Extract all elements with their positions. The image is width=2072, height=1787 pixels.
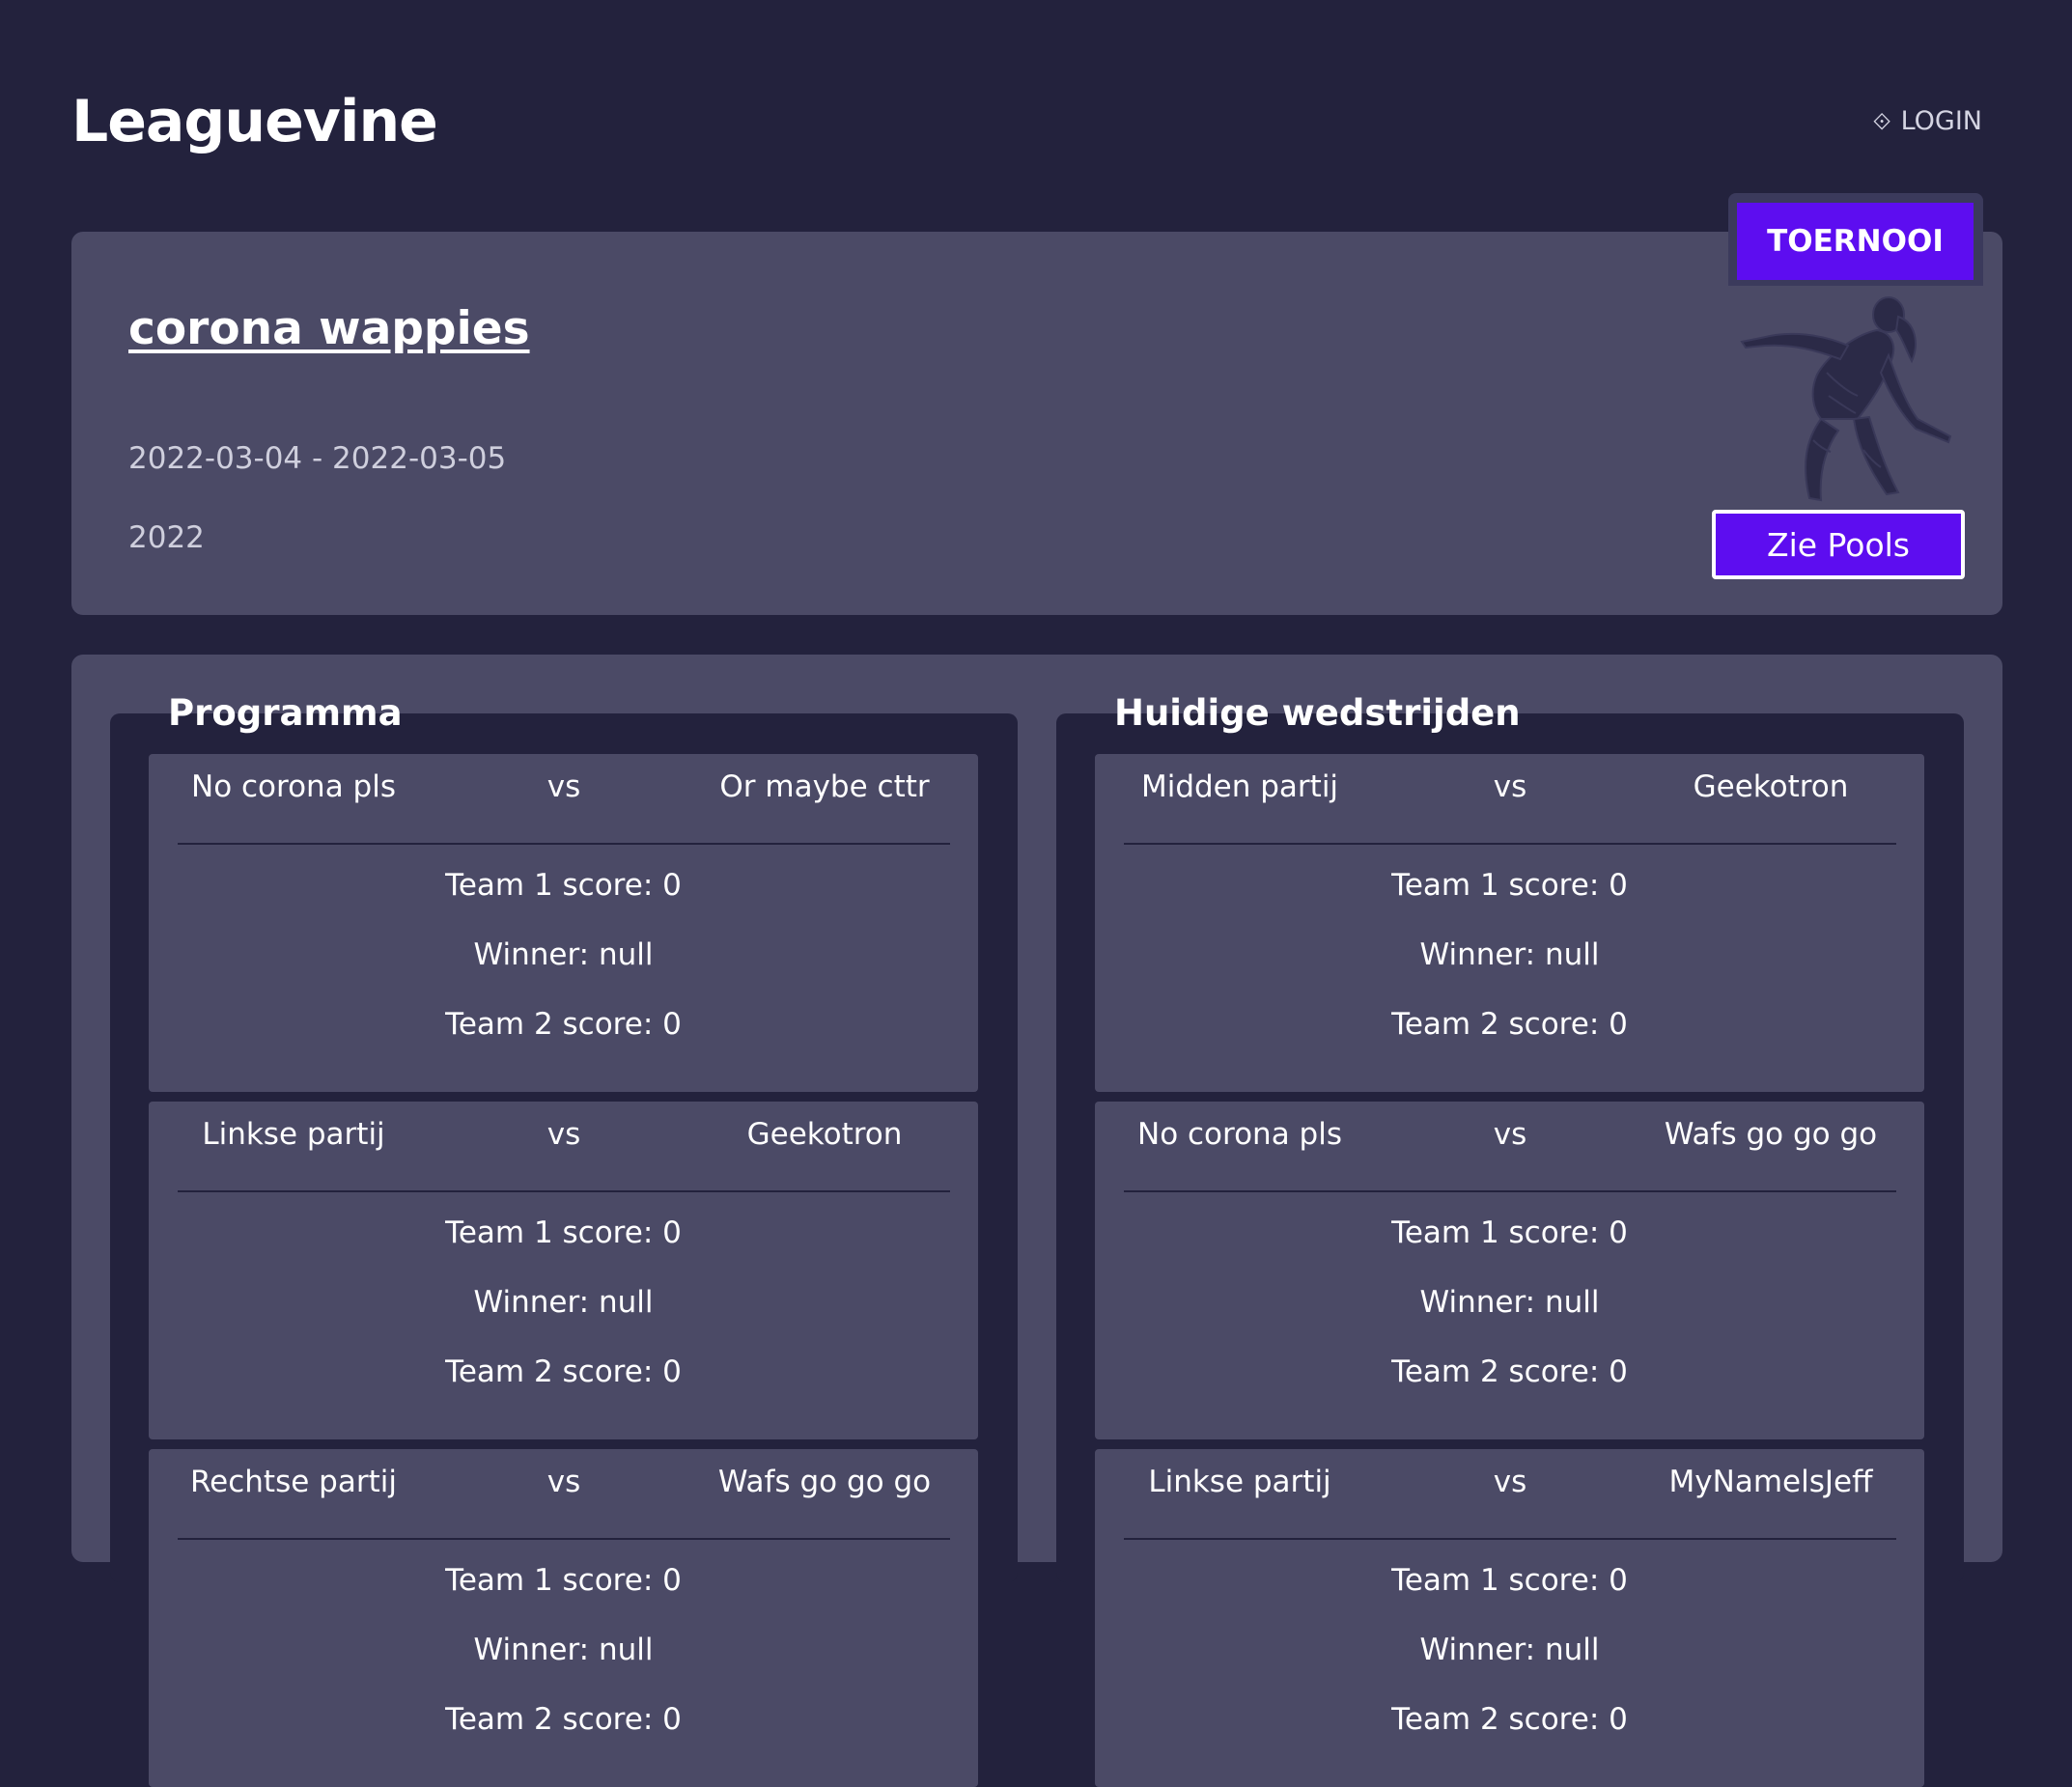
team1-name: Midden partij [1140, 769, 1339, 804]
team1-score: Team 1 score: 0 [445, 1563, 682, 1598]
program-column: Programma No corona pls vs Or maybe cttr… [110, 692, 1018, 1787]
match-divider [1124, 843, 1896, 845]
brand-logo[interactable]: Leaguevine [71, 85, 438, 158]
team1-score: Team 1 score: 0 [1391, 868, 1628, 903]
match-card[interactable]: Midden partij vs Geekotron Team 1 score:… [1095, 754, 1924, 1092]
team2-name: Or maybe cttr [719, 769, 930, 804]
team2-score: Team 2 score: 0 [1391, 1007, 1628, 1042]
matches-card: Programma No corona pls vs Or maybe cttr… [71, 655, 2002, 1787]
match-divider [1124, 1190, 1896, 1192]
team2-score: Team 2 score: 0 [1391, 1354, 1628, 1389]
tournament-badge: TOERNOOI [1737, 203, 1974, 280]
team1-score: Team 1 score: 0 [1391, 1215, 1628, 1250]
team1-name: Rechtse partij [190, 1465, 397, 1499]
match-teams-row: No corona pls vs Wafs go go go [1095, 1102, 1924, 1190]
winner-label: Winner: null [473, 1633, 654, 1667]
vs-label: vs [1493, 1465, 1527, 1499]
match-teams-row: Linkse partij vs Geekotron [149, 1102, 978, 1190]
winner-label: Winner: null [473, 937, 654, 972]
vs-label: vs [546, 1117, 581, 1152]
match-divider [178, 843, 950, 845]
match-teams-row: Linkse partij vs MyNamelsJeff [1095, 1449, 1924, 1538]
match-teams-row: Rechtse partij vs Wafs go go go [149, 1449, 978, 1538]
match-divider [1124, 1538, 1896, 1540]
match-card[interactable]: Linkse partij vs MyNamelsJeff Team 1 sco… [1095, 1449, 1924, 1787]
vs-label: vs [1493, 769, 1527, 804]
match-card[interactable]: Linkse partij vs Geekotron Team 1 score:… [149, 1102, 978, 1439]
see-pools-button[interactable]: Zie Pools [1712, 510, 1965, 579]
tournament-card: corona wappies 2022-03-04 - 2022-03-05 2… [71, 193, 2002, 615]
match-teams-row: Midden partij vs Geekotron [1095, 754, 1924, 843]
match-divider [178, 1190, 950, 1192]
tournament-dates: 2022-03-04 - 2022-03-05 [128, 441, 507, 476]
login-arrow-icon: ⟐ [1872, 108, 1891, 135]
vs-label: vs [546, 1465, 581, 1499]
match-card[interactable]: No corona pls vs Or maybe cttr Team 1 sc… [149, 754, 978, 1092]
tournament-badge-frame: TOERNOOI [1728, 193, 1983, 286]
team1-name: Linkse partij [1148, 1465, 1331, 1499]
team2-score: Team 2 score: 0 [445, 1007, 682, 1042]
team1-score: Team 1 score: 0 [445, 868, 682, 903]
match-card[interactable]: No corona pls vs Wafs go go go Team 1 sc… [1095, 1102, 1924, 1439]
team2-name: Geekotron [746, 1117, 903, 1152]
top-header: Leaguevine ⟐ LOGIN [0, 0, 2072, 212]
winner-label: Winner: null [1419, 1633, 1600, 1667]
team1-name: No corona pls [1137, 1117, 1342, 1152]
team2-name: Wafs go go go [717, 1465, 932, 1499]
team2-name: Wafs go go go [1664, 1117, 1878, 1152]
team1-name: No corona pls [191, 769, 396, 804]
team2-name: MyNamelsJeff [1668, 1465, 1873, 1499]
vs-label: vs [1493, 1117, 1527, 1152]
current-matches-title: Huidige wedstrijden [1114, 692, 1521, 734]
winner-label: Winner: null [1419, 1285, 1600, 1320]
login-link[interactable]: ⟐ LOGIN [1873, 102, 1982, 141]
team2-score: Team 2 score: 0 [445, 1354, 682, 1389]
vs-label: vs [546, 769, 581, 804]
login-label: LOGIN [1900, 106, 1982, 136]
team2-score: Team 2 score: 0 [445, 1702, 682, 1737]
tournament-name-link[interactable]: corona wappies [128, 297, 530, 361]
match-teams-row: No corona pls vs Or maybe cttr [149, 754, 978, 843]
ultimate-player-illustration [1740, 296, 1952, 502]
team1-name: Linkse partij [202, 1117, 385, 1152]
match-card[interactable]: Rechtse partij vs Wafs go go go Team 1 s… [149, 1449, 978, 1787]
match-divider [178, 1538, 950, 1540]
team1-score: Team 1 score: 0 [1391, 1563, 1628, 1598]
current-matches-column: Huidige wedstrijden Midden partij vs Gee… [1056, 692, 1964, 1787]
team2-score: Team 2 score: 0 [1391, 1702, 1628, 1737]
team2-name: Geekotron [1693, 769, 1849, 804]
team1-score: Team 1 score: 0 [445, 1215, 682, 1250]
winner-label: Winner: null [473, 1285, 654, 1320]
program-title: Programma [168, 692, 403, 734]
tournament-year: 2022 [128, 520, 205, 555]
winner-label: Winner: null [1419, 937, 1600, 972]
